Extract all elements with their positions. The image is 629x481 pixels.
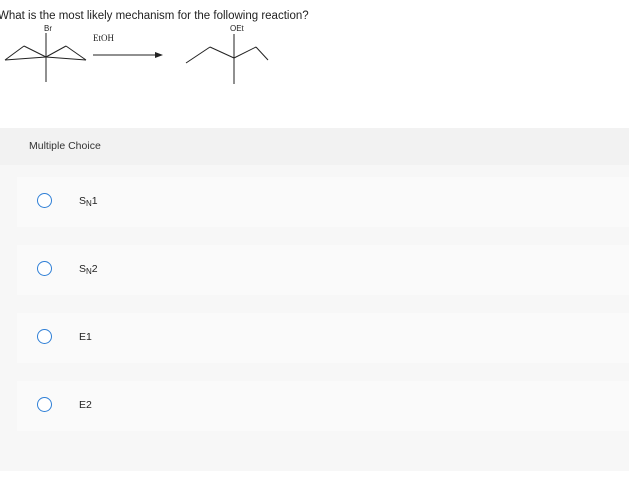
option-label: E1 [79, 331, 92, 343]
option-sn1[interactable]: SN1 [17, 177, 629, 227]
reagent-label: EtOH [93, 33, 114, 43]
option-e1[interactable]: E1 [17, 313, 629, 363]
option-label: E2 [79, 399, 92, 411]
radio-button[interactable] [37, 261, 52, 276]
option-sn2[interactable]: SN2 [17, 245, 629, 295]
product-structure [185, 34, 269, 84]
reaction-scheme: Br EtOH OEt [0, 20, 280, 90]
radio-button[interactable] [37, 193, 52, 208]
option-label: SN1 [79, 195, 98, 208]
option-label: SN2 [79, 263, 98, 276]
multiple-choice-header: Multiple Choice [29, 140, 101, 152]
reactant-structure [4, 33, 87, 82]
radio-button[interactable] [37, 397, 52, 412]
reaction-arrow [93, 52, 163, 58]
radio-button[interactable] [37, 329, 52, 344]
reactant-substituent-label: Br [44, 24, 52, 33]
option-e2[interactable]: E2 [17, 381, 629, 431]
product-substituent-label: OEt [230, 24, 245, 33]
